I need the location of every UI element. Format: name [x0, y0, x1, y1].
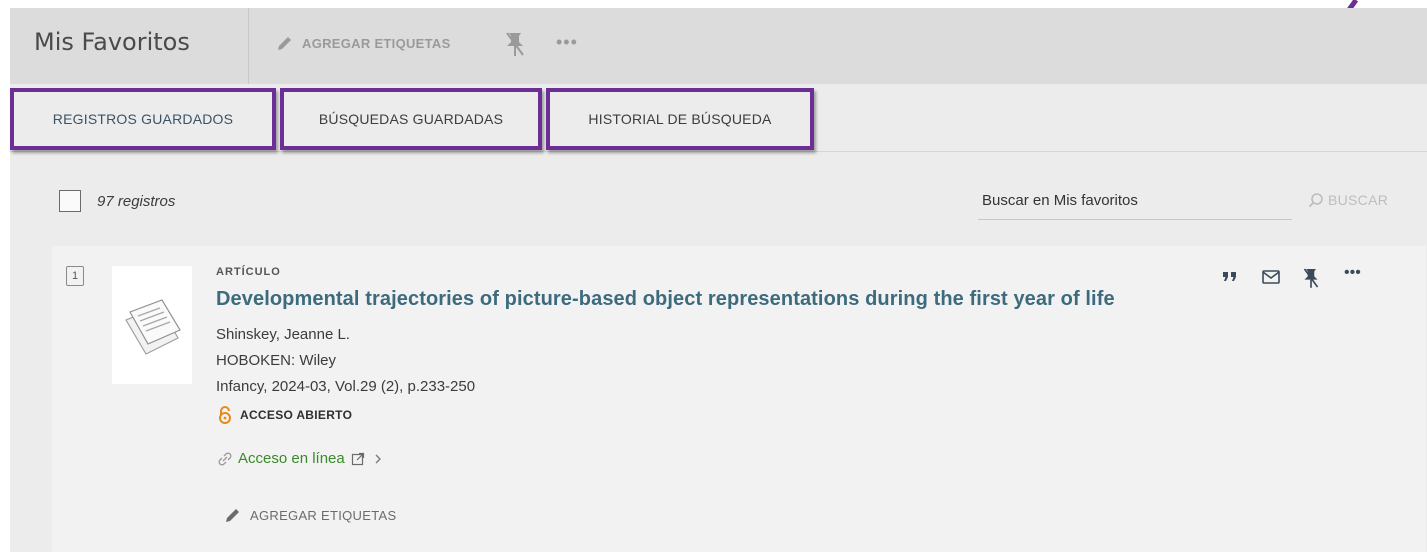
add-tags-button[interactable]: AGREGAR ETIQUETAS	[276, 34, 451, 52]
records-count: 97 registros	[97, 193, 176, 210]
search-button[interactable]: BUSCAR	[1308, 192, 1388, 208]
pencil-icon	[226, 509, 239, 522]
favorites-header: Mis Favoritos AGREGAR ETIQUETAS •••	[10, 8, 1427, 84]
pencil-icon	[278, 37, 291, 50]
search-icon	[1308, 193, 1323, 208]
open-lock-icon	[219, 406, 231, 424]
email-icon	[1262, 270, 1280, 284]
chevron-right-icon	[375, 454, 381, 463]
open-access-label: ACCESO ABIERTO	[240, 408, 353, 422]
record-more-button[interactable]: •••	[1344, 264, 1361, 282]
record-author: Shinskey, Jeanne L.	[216, 326, 350, 343]
favorites-tabs: REGISTROS GUARDADOS BÚSQUEDAS GUARDADAS …	[10, 84, 1427, 152]
record-source: Infancy, 2024-03, Vol.29 (2), p.233-250	[216, 378, 476, 395]
tab-saved-records[interactable]: REGISTROS GUARDADOS	[10, 88, 276, 150]
record-title-link[interactable]: Developmental trajectories of picture-ba…	[216, 288, 1115, 311]
unpin-icon	[1303, 268, 1319, 288]
online-access-label: Acceso en línea	[238, 450, 345, 467]
select-all-checkbox[interactable]	[59, 190, 81, 212]
record-thumbnail[interactable]	[112, 266, 192, 384]
search-button-label: BUSCAR	[1328, 192, 1389, 208]
add-tags-label: AGREGAR ETIQUETAS	[302, 35, 451, 51]
records-toolbar: 97 registros BUSCAR	[10, 152, 1427, 244]
page-title: Mis Favoritos	[34, 28, 190, 56]
record-actions: •••	[1218, 264, 1418, 294]
link-icon	[218, 452, 232, 465]
record-index: 1	[66, 266, 84, 286]
citation-button[interactable]	[1222, 270, 1238, 284]
record-type: ARTÍCULO	[216, 266, 281, 278]
quote-icon	[1223, 272, 1236, 281]
more-actions-button[interactable]: •••	[556, 32, 578, 53]
record-add-tags-button[interactable]: AGREGAR ETIQUETAS	[224, 506, 396, 524]
record-card: 1 ARTÍCULO Developmental trajectories of…	[52, 246, 1426, 552]
open-access-badge: ACCESO ABIERTO	[218, 406, 352, 424]
favorites-page: Mis Favoritos AGREGAR ETIQUETAS ••• REGI…	[10, 8, 1427, 552]
favorites-search-input[interactable]	[978, 182, 1292, 220]
external-link-icon	[351, 452, 364, 465]
header-divider	[248, 8, 249, 84]
record-add-tags-label: AGREGAR ETIQUETAS	[250, 507, 397, 523]
online-access-link[interactable]: Acceso en línea	[218, 450, 383, 467]
tab-search-history[interactable]: HISTORIAL DE BÚSQUEDA	[546, 88, 814, 150]
unpin-record-button[interactable]	[1302, 266, 1320, 290]
unpin-icon[interactable]	[504, 30, 526, 58]
record-publisher: HOBOKEN: Wiley	[216, 352, 337, 369]
tab-saved-searches[interactable]: BÚSQUEDAS GUARDADAS	[280, 88, 542, 150]
email-button[interactable]	[1262, 270, 1280, 284]
document-icon	[112, 266, 192, 384]
